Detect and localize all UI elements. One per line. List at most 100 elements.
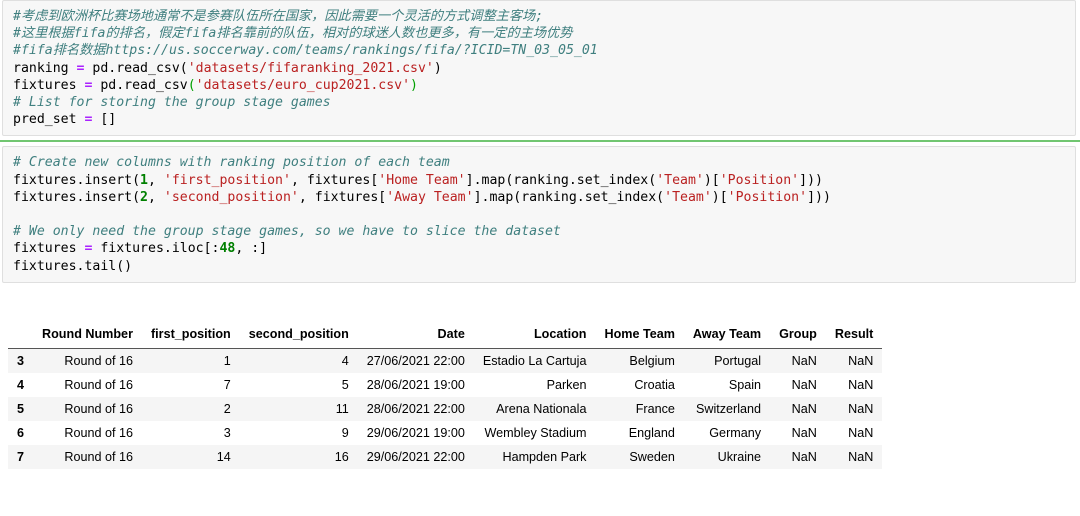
table-header: Round Number first_position second_positio… — [8, 322, 883, 349]
code-line: fixtures = pd.read_csv('datasets/euro_cu… — [13, 77, 1065, 94]
table-column-header: Location — [473, 322, 596, 349]
code-line: pred_set = [] — [13, 111, 1065, 128]
code-token: fixtures.insert( — [13, 172, 141, 188]
code-token: 'Team' — [656, 172, 704, 188]
table-cell: NaN — [791, 426, 817, 440]
code-token: , :] — [235, 241, 268, 257]
table-row: 5 Round of 16 2 11 28/06/2021 22:00 Arena Nat… — [8, 397, 883, 421]
table-cell: Round of 16 — [64, 402, 133, 416]
code-token: fixtures.insert( — [13, 189, 141, 205]
cell-selection-divider — [0, 140, 1080, 143]
table-cell: Estadio La Cartuja — [482, 354, 587, 368]
code-token: ranking — [13, 60, 77, 76]
table-row-index: 4 — [17, 378, 25, 392]
code-token: 'Away Team' — [386, 189, 474, 205]
table-cell: Switzerland — [695, 402, 762, 416]
code-token: ])) — [799, 172, 823, 188]
code-token: ].map(ranking.set_index( — [465, 172, 657, 188]
table-cell: France — [635, 402, 675, 416]
code-token: pred_set — [13, 112, 85, 128]
code-line: #考虑到欧洲杯比赛场地通常不是参赛队伍所在国家，因此需要一个灵活的方式调整主客场… — [13, 8, 1065, 25]
code-token: fixtures.tail() — [13, 258, 133, 274]
table-cell: 14 — [216, 450, 231, 464]
table-cell: NaN — [848, 378, 874, 392]
table-column-header: first_position — [141, 322, 240, 349]
code-line — [13, 206, 1065, 223]
code-line: fixtures.insert(1, 'first_position', fix… — [13, 172, 1065, 189]
code-token: 'Home Team' — [378, 172, 466, 188]
table-cell: NaN — [791, 402, 817, 416]
notebook-cell-2[interactable]: # Create new columns with ranking positi… — [0, 146, 1080, 283]
code-line: fixtures.tail() — [13, 258, 1065, 275]
code-token: ].map(ranking.set_index( — [473, 189, 665, 205]
table-cell: NaN — [791, 354, 817, 368]
code-token: # We only need the group stage games, so… — [13, 224, 561, 240]
table-row: 7 Round of 16 14 16 29/06/2021 22:00 Hampden … — [8, 445, 883, 469]
table-cell: 9 — [341, 426, 349, 440]
code-token: 'first_position' — [163, 172, 291, 188]
code-token: , fixtures[ — [298, 189, 387, 205]
table-cell: Spain — [728, 378, 762, 392]
table-row: 6 Round of 16 3 9 29/06/2021 19:00 Wembley St… — [8, 421, 883, 445]
table-body: 3 Round of 16 1 4 27/06/2021 22:00 Estadio La… — [8, 348, 883, 469]
table-cell: England — [628, 426, 675, 440]
code-line: ranking = pd.read_csv('datasets/fifarank… — [13, 60, 1065, 77]
table-cell: Ukraine — [717, 450, 762, 464]
code-token: #这里根据fifa的排名，假定fifa排名靠前的队伍，相对的球迷人数也更多，有一… — [13, 26, 573, 42]
table-column-header: Away Team — [683, 322, 771, 349]
code-token: 'second_position' — [163, 189, 299, 205]
table-cell: 5 — [341, 378, 349, 392]
table-cell: 29/06/2021 19:00 — [366, 426, 465, 440]
table-column-header: Result — [825, 322, 883, 349]
table-cell: Hampden Park — [502, 450, 587, 464]
table-cell: Parken — [546, 378, 587, 392]
code-token: fixtures.iloc[: — [92, 241, 220, 257]
code-line: #fifa排名数据https://us.soccerway.com/teams/… — [13, 42, 1065, 59]
code-token: ) — [433, 60, 442, 76]
code-token: ])) — [807, 189, 831, 205]
table-cell: 1 — [223, 354, 231, 368]
table-header-row: Round Number first_position second_positio… — [8, 322, 883, 349]
table-cell: 28/06/2021 19:00 — [366, 378, 465, 392]
code-token: ) — [410, 77, 418, 93]
table-cell: 29/06/2021 22:00 — [366, 450, 465, 464]
code-line: fixtures.insert(2, 'second_position', fi… — [13, 189, 1065, 206]
code-line: fixtures = fixtures.iloc[:48, :] — [13, 240, 1065, 257]
code-editor-1[interactable]: #考虑到欧洲杯比赛场地通常不是参赛队伍所在国家，因此需要一个灵活的方式调整主客场… — [2, 0, 1076, 137]
code-token: pd.read_csv — [92, 77, 188, 93]
table-cell: 4 — [341, 354, 349, 368]
code-token: pd.read_csv( — [84, 60, 188, 76]
code-token: 'Position' — [719, 172, 800, 188]
code-token: 'datasets/fifaranking_2021.csv' — [187, 60, 434, 76]
table-cell: Round of 16 — [64, 450, 133, 464]
table-cell: NaN — [848, 402, 874, 416]
code-token: [] — [92, 112, 117, 128]
code-token: , fixtures[ — [290, 172, 379, 188]
table-row-index: 3 — [17, 354, 25, 368]
code-token: 'datasets/euro_cup2021.csv' — [195, 77, 411, 93]
code-token: , — [148, 189, 164, 205]
notebook-cell-1[interactable]: #考虑到欧洲杯比赛场地通常不是参赛队伍所在国家，因此需要一个灵活的方式调整主客场… — [0, 0, 1080, 137]
code-line: # Create new columns with ranking positi… — [13, 154, 1065, 171]
table-cell: Round of 16 — [64, 378, 133, 392]
table-cell: Wembley Stadium — [484, 426, 587, 440]
table-cell: Germany — [709, 426, 762, 440]
code-editor-2[interactable]: # Create new columns with ranking positi… — [2, 146, 1076, 283]
table-cell: 3 — [223, 426, 231, 440]
table-column-header: Home Team — [595, 322, 684, 349]
code-line: # We only need the group stage games, so… — [13, 223, 1065, 240]
code-line: #这里根据fifa的排名，假定fifa排名靠前的队伍，相对的球迷人数也更多，有一… — [13, 25, 1065, 42]
code-line: # List for storing the group stage games — [13, 94, 1065, 111]
notebook-cells: #考虑到欧洲杯比赛场地通常不是参赛队伍所在国家，因此需要一个灵活的方式调整主客场… — [0, 0, 1080, 283]
code-token: 2 — [140, 189, 148, 205]
table-column-header: second_position — [239, 322, 358, 349]
code-token: fixtures — [13, 77, 85, 93]
table-cell: Belgium — [629, 354, 675, 368]
code-token: ( — [187, 77, 196, 93]
table-row: 3 Round of 16 1 4 27/06/2021 22:00 Estadio La… — [8, 348, 883, 373]
code-token: #考虑到欧洲杯比赛场地通常不是参赛队伍所在国家，因此需要一个灵活的方式调整主客场… — [13, 9, 544, 24]
table-cell: NaN — [848, 354, 874, 368]
code-token: # Create new columns with ranking positi… — [13, 155, 450, 171]
table-cell: 28/06/2021 22:00 — [366, 402, 465, 416]
